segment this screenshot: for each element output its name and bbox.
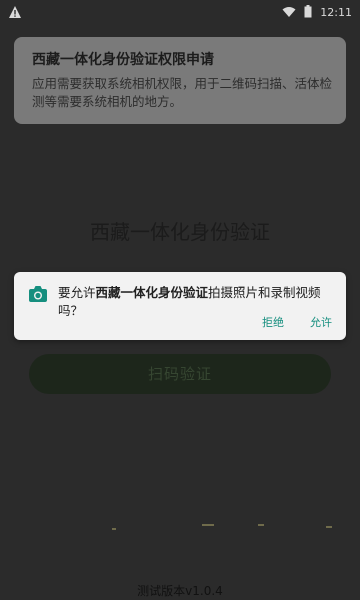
camera-icon xyxy=(28,284,48,304)
scan-verify-button[interactable]: 扫码验证 xyxy=(29,354,331,394)
loading-dot xyxy=(112,528,116,530)
dialog-message-prefix: 要允许 xyxy=(58,285,96,300)
permission-notice-card: 西藏一体化身份验证权限申请 应用需要获取系统相机权限，用于二维码扫描、活体检测等… xyxy=(14,37,346,124)
camera-permission-dialog: 要允许西藏一体化身份验证拍摄照片和录制视频吗？ 拒绝 允许 xyxy=(14,272,346,340)
loading-dot xyxy=(202,524,214,526)
warning-icon xyxy=(8,4,22,18)
status-bar: 12:11 xyxy=(0,0,360,22)
version-label: 测试版本v1.0.4 xyxy=(137,584,223,598)
allow-button[interactable]: 允许 xyxy=(310,314,332,330)
wifi-icon xyxy=(282,3,296,22)
status-time: 12:11 xyxy=(320,6,352,19)
loading-dots xyxy=(0,518,360,538)
page-title: 西藏一体化身份验证 xyxy=(90,220,270,244)
deny-button[interactable]: 拒绝 xyxy=(262,314,284,330)
dialog-app-name: 西藏一体化身份验证 xyxy=(95,285,209,300)
permission-notice-title: 西藏一体化身份验证权限申请 xyxy=(32,52,214,68)
loading-dot xyxy=(326,526,332,528)
battery-icon xyxy=(304,3,312,22)
loading-dot xyxy=(258,524,264,526)
permission-notice-body: 应用需要获取系统相机权限，用于二维码扫描、活体检测等需要系统相机的地方。 xyxy=(32,76,333,109)
